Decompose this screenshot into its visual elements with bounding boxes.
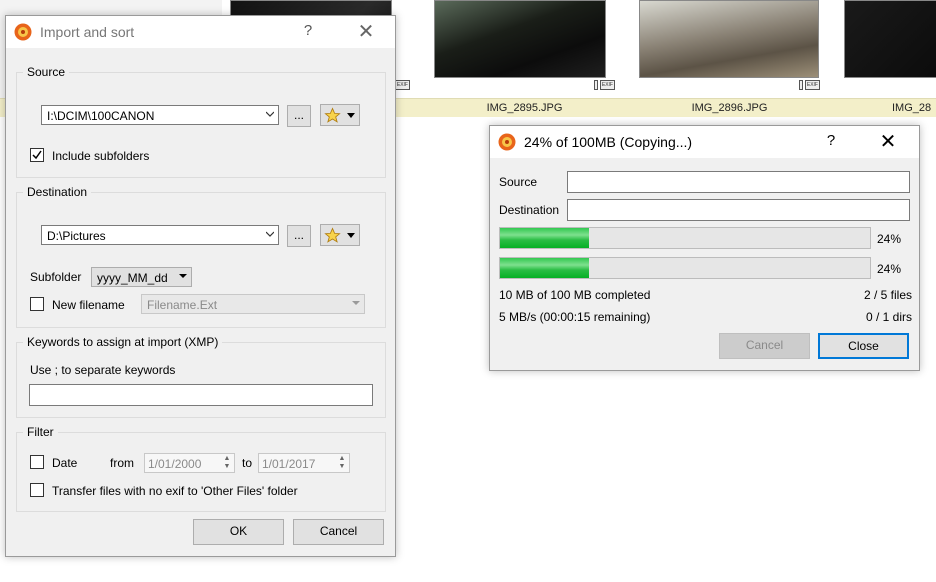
app-logo-icon bbox=[14, 23, 32, 41]
star-icon bbox=[324, 107, 341, 123]
include-subfolders-label: Include subfolders bbox=[52, 149, 150, 163]
from-date-value: 1/01/2000 bbox=[148, 457, 202, 471]
include-subfolders-checkbox[interactable] bbox=[30, 148, 44, 162]
total-progress-fill bbox=[500, 258, 589, 278]
dropdown-arrow-icon bbox=[352, 301, 360, 305]
dialog-title: Import and sort bbox=[40, 24, 135, 40]
star-icon bbox=[324, 227, 341, 243]
subfolder-format-value: yyyy_MM_dd bbox=[97, 271, 168, 285]
file-icon bbox=[798, 80, 803, 90]
filter-group-label: Filter bbox=[23, 425, 58, 439]
chevron-down-icon bbox=[266, 111, 274, 117]
from-date-picker[interactable]: 1/01/2000 ▲ ▼ bbox=[144, 453, 235, 473]
filename-pattern-combo[interactable]: Filename.Ext bbox=[141, 294, 365, 314]
photo-thumbnail bbox=[639, 0, 819, 78]
thumbnail-cell[interactable]: IMG_28 bbox=[832, 0, 936, 117]
thumbnail-caption: IMG_28 bbox=[832, 98, 936, 117]
source-path-combo[interactable]: I:\DCIM\100CANON bbox=[41, 105, 279, 125]
help-button[interactable]: ? bbox=[298, 22, 318, 39]
subfolder-format-combo[interactable]: yyyy_MM_dd bbox=[91, 267, 192, 287]
from-label: from bbox=[110, 456, 134, 470]
close-dialog-button[interactable]: Close bbox=[818, 333, 909, 359]
spinner-arrows-icon[interactable]: ▲ ▼ bbox=[222, 455, 232, 471]
title-bar[interactable]: Import and sort ? ✕ bbox=[6, 16, 395, 48]
exif-badge: EXIF bbox=[394, 80, 410, 90]
close-button[interactable]: ✕ bbox=[351, 19, 381, 44]
thumbnail-badges: EXIF bbox=[798, 80, 820, 90]
source-browse-button[interactable]: ... bbox=[287, 105, 311, 127]
file-progress-bar bbox=[499, 227, 871, 249]
to-date-picker[interactable]: 1/01/2017 ▲ ▼ bbox=[258, 453, 350, 473]
close-button[interactable]: ✕ bbox=[873, 129, 903, 154]
dropdown-arrow-icon bbox=[179, 274, 187, 278]
file-icon bbox=[593, 80, 598, 90]
dropdown-arrow-icon bbox=[347, 113, 355, 118]
new-filename-checkbox[interactable] bbox=[30, 297, 44, 311]
destination-field bbox=[567, 199, 910, 221]
spinner-arrows-icon[interactable]: ▲ ▼ bbox=[337, 455, 347, 471]
destination-label: Destination bbox=[499, 203, 560, 217]
date-filter-label: Date bbox=[52, 456, 78, 470]
date-filter-checkbox[interactable] bbox=[30, 455, 44, 469]
thumbnail-cell[interactable]: EXIF IMG_2895.JPG bbox=[422, 0, 628, 117]
to-label: to bbox=[242, 456, 253, 470]
total-progress-bar bbox=[499, 257, 871, 279]
source-favorites-button[interactable] bbox=[320, 104, 360, 126]
filename-pattern-value: Filename.Ext bbox=[147, 298, 218, 312]
photo-thumbnail bbox=[434, 0, 606, 78]
chevron-down-icon bbox=[266, 231, 274, 237]
destination-group-label: Destination bbox=[23, 185, 92, 199]
keywords-group bbox=[16, 342, 386, 418]
no-exif-label: Transfer files with no exif to 'Other Fi… bbox=[52, 484, 298, 498]
exif-badge: EXIF bbox=[804, 80, 820, 90]
source-label: Source bbox=[499, 175, 538, 189]
source-field bbox=[567, 171, 910, 193]
subfolder-label: Subfolder bbox=[30, 270, 82, 284]
dialog-title: 24% of 100MB (Copying...) bbox=[524, 134, 693, 150]
thumbnail-badges: EXIF bbox=[593, 80, 615, 90]
file-progress-percent: 24% bbox=[877, 232, 902, 246]
to-date-value: 1/01/2017 bbox=[262, 457, 316, 471]
no-exif-checkbox[interactable] bbox=[30, 483, 44, 497]
destination-path-combo[interactable]: D:\Pictures bbox=[41, 225, 279, 245]
keywords-group-label: Keywords to assign at import (XMP) bbox=[23, 335, 223, 349]
file-progress-fill bbox=[500, 228, 589, 248]
new-filename-label: New filename bbox=[52, 298, 125, 312]
exif-badge: EXIF bbox=[599, 80, 615, 90]
cancel-button[interactable]: Cancel bbox=[293, 519, 384, 545]
keywords-hint: Use ; to separate keywords bbox=[30, 363, 176, 377]
destination-path-value: D:\Pictures bbox=[47, 229, 106, 243]
speed-status: 5 MB/s (00:00:15 remaining) bbox=[499, 310, 651, 324]
source-path-value: I:\DCIM\100CANON bbox=[47, 109, 155, 123]
destination-favorites-button[interactable] bbox=[320, 224, 360, 246]
total-progress-percent: 24% bbox=[877, 262, 902, 276]
photo-thumbnail bbox=[844, 0, 936, 78]
app-logo-icon bbox=[498, 133, 516, 151]
thumbnail-caption: IMG_2895.JPG bbox=[422, 98, 627, 117]
copy-progress-dialog: 24% of 100MB (Copying...) ? ✕ Source Des… bbox=[489, 125, 920, 371]
completed-status: 10 MB of 100 MB completed bbox=[499, 288, 651, 302]
help-button[interactable]: ? bbox=[821, 132, 841, 149]
source-group-label: Source bbox=[23, 65, 70, 79]
import-and-sort-dialog: Import and sort ? ✕ Source I:\DCIM\100CA… bbox=[5, 15, 396, 557]
title-bar[interactable]: 24% of 100MB (Copying...) ? ✕ bbox=[490, 126, 919, 158]
ok-button[interactable]: OK bbox=[193, 519, 284, 545]
checkmark-icon bbox=[32, 150, 42, 160]
thumbnail-cell[interactable]: EXIF IMG_2896.JPG bbox=[627, 0, 833, 117]
dirs-count: 0 / 1 dirs bbox=[865, 310, 912, 324]
keywords-input[interactable] bbox=[29, 384, 373, 406]
files-count: 2 / 5 files bbox=[863, 288, 912, 302]
destination-browse-button[interactable]: ... bbox=[287, 225, 311, 247]
dropdown-arrow-icon bbox=[347, 233, 355, 238]
thumbnail-caption: IMG_2896.JPG bbox=[627, 98, 832, 117]
cancel-copy-button[interactable]: Cancel bbox=[719, 333, 810, 359]
